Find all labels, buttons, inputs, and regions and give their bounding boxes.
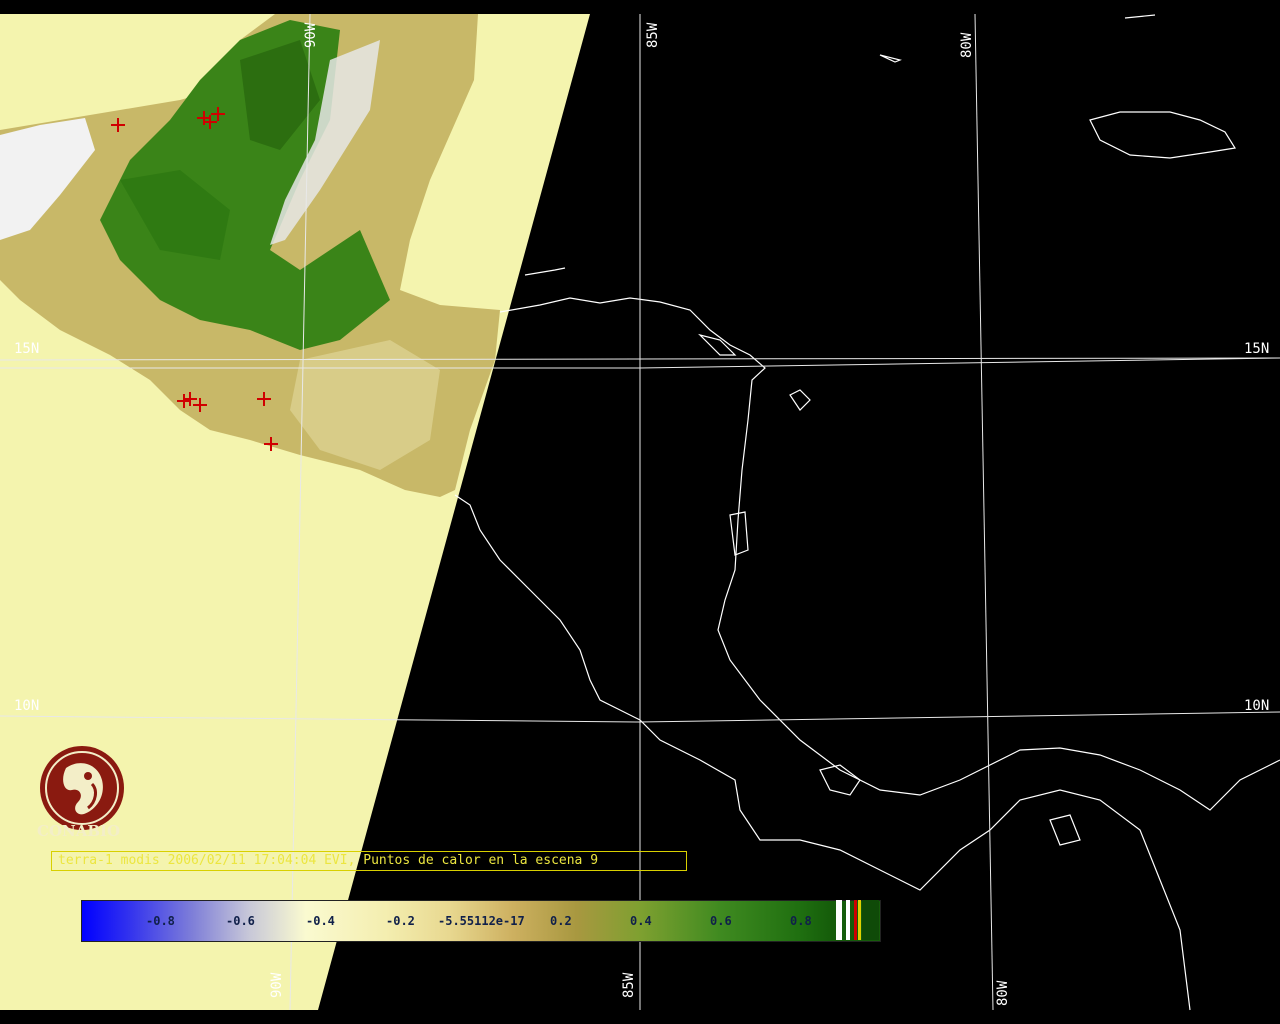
lon-label-90w-bottom: 90W	[269, 972, 285, 998]
lat-label-10n-right: 10N	[1244, 698, 1270, 714]
lon-label-90w-top: 90W	[303, 22, 319, 48]
colorbar-end	[862, 900, 879, 940]
colorbar-yellow-stripe	[858, 900, 861, 940]
colorbar-tick: -0.4	[306, 914, 335, 928]
lon-label-85w-bottom: 85W	[621, 972, 637, 998]
colorbar-red-stripe	[854, 900, 857, 940]
hotspot-marker	[203, 115, 217, 129]
colorbar-tick: 0.8	[790, 914, 812, 928]
colorbar-white-stripe-2	[846, 900, 850, 940]
colorbar-tick: 0.2	[550, 914, 572, 928]
satellite-map: 90W 85W 80W 90W 85W 80W 15N 15N 10N 10N …	[0, 0, 1280, 1024]
lat-label-15n-left: 15N	[14, 341, 40, 357]
lat-label-15n-right: 15N	[1244, 341, 1270, 357]
lon-label-80w-top: 80W	[959, 32, 975, 58]
lon-label-85w-top: 85W	[645, 22, 661, 48]
colorbar-white-stripe	[836, 900, 842, 940]
colorbar-tick: -0.8	[146, 914, 175, 928]
logo-text: CONABIO	[37, 822, 121, 840]
hotspot-marker	[183, 392, 197, 406]
hotspot-marker	[264, 437, 278, 451]
hotspot-marker	[257, 392, 271, 406]
colorbar-tick: 0.4	[630, 914, 652, 928]
lat-label-10n-left: 10N	[14, 698, 40, 714]
hotspot-marker	[111, 118, 125, 132]
lon-label-80w-bottom: 80W	[995, 980, 1011, 1006]
colorbar-tick: -5.55112e-17	[438, 914, 525, 928]
colorbar-tick: -0.6	[226, 914, 255, 928]
colorbar-tick: 0.6	[710, 914, 732, 928]
colorbar-tick: -0.2	[386, 914, 415, 928]
scene-caption: terra-1 modis 2006/02/11 17:04:04 EVI, P…	[51, 851, 687, 871]
